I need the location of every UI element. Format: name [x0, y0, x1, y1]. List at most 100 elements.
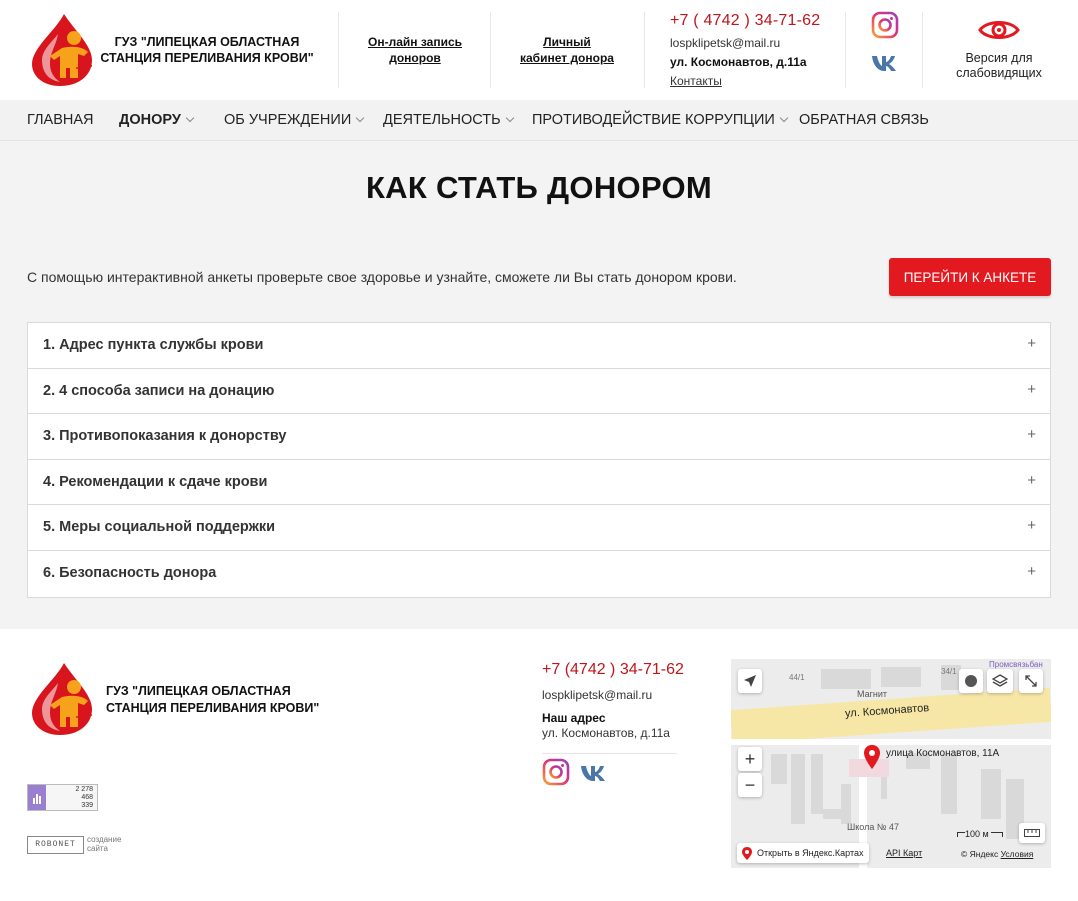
footer-org-name: ГУЗ "ЛИПЕЦКАЯ ОБЛАСТНАЯ СТАНЦИЯ ПЕРЕЛИВА…: [106, 684, 320, 715]
go-to-questionnaire-button[interactable]: ПЕРЕЙТИ К АНКЕТЕ: [889, 258, 1051, 296]
instagram-icon[interactable]: [871, 11, 899, 39]
map-marker-icon[interactable]: [864, 745, 880, 769]
cabinet-line1: Личный: [543, 35, 591, 49]
accordion-item[interactable]: 4. Рекомендации к сдаче крови +: [28, 460, 1050, 506]
plus-icon: +: [1027, 562, 1036, 580]
map-house-number: 44/1: [789, 673, 805, 682]
vk-icon[interactable]: [580, 764, 608, 782]
chevron-down-icon: [505, 113, 514, 123]
plus-icon: +: [1027, 335, 1036, 352]
counter-chart-icon: [28, 785, 46, 810]
map-poi-top: Промсвязьбан: [989, 660, 1043, 669]
accordion-item-label: 4. Рекомендации к сдаче крови: [43, 473, 268, 490]
header-divider: [644, 12, 645, 88]
header-divider: [922, 12, 923, 88]
nav-item-label: ДЕЯТЕЛЬНОСТЬ: [383, 112, 501, 128]
online-record-line2: доноров: [389, 51, 441, 65]
accordion-item[interactable]: 3. Противопоказания к донорству +: [28, 414, 1050, 460]
accordion-item[interactable]: 2. 4 способа записи на донацию +: [28, 369, 1050, 415]
header-divider: [338, 12, 339, 88]
accessibility-line2: слабовидящих: [956, 66, 1042, 80]
map-api-link[interactable]: API Карт: [886, 848, 922, 858]
footer-address: ул. Космонавтов, д.11а: [542, 726, 670, 740]
personal-cabinet-link[interactable]: Личный кабинет донора: [512, 34, 622, 66]
layers-icon: [992, 674, 1008, 687]
nav-item-anticorruption[interactable]: ПРОТИВОДЕЙСТВИЕ КОРРУПЦИИ: [532, 112, 789, 128]
map-scale: 100 м: [957, 829, 1003, 839]
counter-views: 2 278: [75, 786, 93, 793]
map-ruler-button[interactable]: [1019, 823, 1045, 843]
open-in-yandex-maps-link[interactable]: Открыть в Яндекс.Картах: [737, 843, 870, 863]
blood-drop-logo-icon[interactable]: [26, 661, 102, 735]
header-phone[interactable]: +7 ( 4742 ) 34-71-62: [670, 12, 820, 30]
navigation-arrow-icon: [744, 675, 756, 687]
accessibility-line1: Версия для: [965, 51, 1033, 65]
site-header: ГУЗ "ЛИПЕЦКАЯ ОБЛАСТНАЯ СТАНЦИЯ ПЕРЕЛИВА…: [0, 0, 1078, 100]
eye-icon[interactable]: [977, 16, 1021, 44]
header-address: ул. Космонавтов, д.11а: [670, 55, 807, 69]
map-marker-label: улица Космонавтов, 11А: [886, 748, 1000, 759]
footer-email[interactable]: lospklipetsk@mail.ru: [542, 688, 652, 702]
accordion-item-label: 6. Безопасность донора: [43, 564, 217, 581]
nav-item-about[interactable]: ОБ УЧРЕЖДЕНИИ: [224, 112, 365, 128]
online-record-link[interactable]: Он-лайн запись доноров: [360, 34, 470, 66]
yandex-pin-icon: [742, 847, 752, 860]
map-traffic-button[interactable]: [959, 669, 983, 693]
nav-item-activity[interactable]: ДЕЯТЕЛЬНОСТЬ: [383, 112, 514, 128]
map-zoom-in-button[interactable]: +: [738, 747, 762, 771]
nav-item-label: ОБРАТНАЯ СВЯЗЬ: [799, 112, 929, 128]
accordion-item[interactable]: 6. Безопасность донора +: [28, 551, 1050, 597]
ruler-icon: [1024, 829, 1040, 837]
plus-icon: +: [1027, 380, 1036, 398]
chevron-down-icon: [779, 113, 789, 123]
open-in-yandex-maps-label: Открыть в Яндекс.Картах: [757, 848, 864, 858]
map-zoom-out-button[interactable]: −: [738, 773, 762, 797]
accessibility-version-link[interactable]: Версия для слабовидящих: [938, 51, 1060, 81]
footer-address-title: Наш адрес: [542, 711, 606, 725]
nav-item-donor[interactable]: ДОНОРУ: [119, 112, 195, 128]
plus-icon: +: [1027, 517, 1036, 535]
map-geolocation-button[interactable]: [738, 669, 762, 693]
nav-item-label: ГЛАВНАЯ: [27, 112, 94, 128]
intro-text: С помощью интерактивной анкеты проверьте…: [27, 269, 737, 285]
map-fullscreen-button[interactable]: [1019, 669, 1043, 693]
cabinet-line2: кабинет донора: [520, 51, 614, 65]
scale-bar-icon: [957, 832, 965, 838]
counter-visitors: 339: [81, 802, 93, 809]
nav-item-feedback[interactable]: ОБРАТНАЯ СВЯЗЬ: [799, 112, 929, 128]
map-terms-link[interactable]: Условия: [1001, 849, 1034, 859]
yandex-map[interactable]: 44/1 34/1 ул. Космонавтов Магнит Промсвя…: [731, 659, 1051, 868]
header-email[interactable]: lospklipetsk@mail.ru: [670, 36, 780, 50]
counter-visits: 468: [81, 794, 93, 801]
header-divider: [490, 12, 491, 88]
visit-counter[interactable]: 2 278 468 339: [27, 784, 98, 811]
footer-phone[interactable]: +7 (4742 ) 34-71-62: [542, 661, 684, 679]
chevron-down-icon: [356, 113, 365, 123]
header-divider: [845, 12, 846, 88]
online-record-line1: Он-лайн запись: [368, 35, 462, 49]
robonet-caption-line2: сайта: [87, 844, 108, 853]
nav-item-home[interactable]: ГЛАВНАЯ: [27, 112, 94, 128]
expand-icon: [1025, 675, 1037, 687]
nav-item-label: ОБ УЧРЕЖДЕНИИ: [224, 112, 352, 128]
contacts-link[interactable]: Контакты: [670, 74, 722, 88]
accordion-item[interactable]: 1. Адрес пункта службы крови +: [28, 323, 1050, 369]
accordion-item-label: 5. Меры социальной поддержки: [43, 519, 276, 536]
plus-icon: +: [1027, 426, 1036, 444]
map-layers-button[interactable]: [987, 669, 1013, 693]
chevron-down-icon: [185, 113, 195, 123]
accordion-item[interactable]: 5. Меры социальной поддержки +: [28, 505, 1050, 551]
map-copyright-text: © Яндекс: [961, 849, 999, 859]
robonet-caption-line1: создание: [87, 835, 122, 844]
instagram-icon[interactable]: [542, 758, 570, 786]
org-name: ГУЗ "ЛИПЕЦКАЯ ОБЛАСТНАЯ СТАНЦИЯ ПЕРЕЛИВА…: [100, 35, 314, 65]
map-poi-school: Школа № 47: [847, 822, 900, 832]
map-scale-label: 100 м: [965, 829, 989, 839]
accordion-item-label: 2. 4 способа записи на донацию: [43, 382, 275, 399]
accordion-item-label: 1. Адрес пункта службы крови: [43, 337, 264, 353]
vk-icon[interactable]: [871, 52, 899, 74]
robonet-logo[interactable]: ROBONET: [27, 836, 84, 854]
main-nav: ГЛАВНАЯ ДОНОРУ ОБ УЧРЕЖДЕНИИ ДЕЯТЕЛЬНОСТ…: [0, 100, 1078, 141]
accordion-item-label: 3. Противопоказания к донорству: [43, 428, 287, 445]
blood-drop-logo-icon[interactable]: [26, 12, 102, 86]
